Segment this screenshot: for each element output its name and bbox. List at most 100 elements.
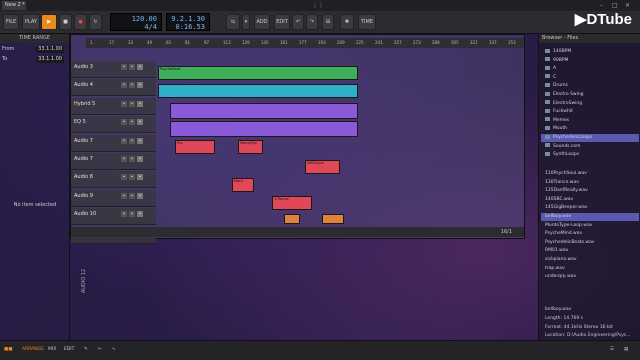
solo-button[interactable]: • <box>129 192 135 199</box>
browser-folder[interactable]: 140BPM <box>541 48 639 56</box>
mute-button[interactable]: • <box>121 137 127 144</box>
solo-button[interactable]: • <box>129 82 135 89</box>
project-tab[interactable]: New 2 * <box>2 1 26 10</box>
clip[interactable] <box>170 103 358 119</box>
edit-button[interactable]: EDIT <box>274 14 290 30</box>
arm-button[interactable]: • <box>137 156 143 162</box>
loop-button[interactable]: ↻ <box>89 14 102 30</box>
zoom-level[interactable]: 16/1 <box>501 229 512 235</box>
mute-button[interactable]: • <box>121 192 127 199</box>
solo-button[interactable]: • <box>129 137 135 144</box>
browser-folder[interactable]: Mouth <box>541 125 639 133</box>
record-button[interactable]: ● <box>74 14 87 30</box>
play-menu-button[interactable]: PLAY <box>22 14 40 30</box>
solo-button[interactable]: • <box>129 156 135 162</box>
clip[interactable] <box>322 214 344 224</box>
grid-button[interactable]: ⊞ <box>322 14 334 30</box>
browser-folder[interactable]: Electro Swing <box>541 91 639 99</box>
browser-file[interactable]: RM01.wav <box>541 247 639 255</box>
mute-button[interactable]: • <box>121 211 127 218</box>
tempo-display[interactable]: 120.00 4/4 <box>110 13 162 31</box>
browser-file[interactable]: MurdoType-Loop.wav <box>541 222 639 230</box>
track-header[interactable]: Audio 8 • • • <box>71 171 156 189</box>
undo-button[interactable]: ↶ <box>292 14 304 30</box>
browser-folder[interactable]: Fuckwhit <box>541 108 639 116</box>
browser-folder[interactable]: PsychedelicLoops <box>541 134 639 142</box>
track-header[interactable]: EQ 5 • • • <box>71 116 156 134</box>
close-icon[interactable]: ✕ <box>625 1 630 10</box>
add-button[interactable]: ADD <box>254 14 270 30</box>
solo-button[interactable]: • <box>129 174 135 181</box>
to-field[interactable]: 33.1.1.00 <box>36 56 64 63</box>
browser-folder[interactable]: Sounds.com <box>541 143 639 151</box>
app-menu-icon[interactable]: ⋮⋮ <box>312 1 324 10</box>
arm-button[interactable]: • <box>137 174 143 181</box>
browser-file[interactable]: 145GigBeeper.wav <box>541 204 639 212</box>
mute-button[interactable]: • <box>121 156 127 162</box>
clip[interactable] <box>284 214 300 224</box>
position-display[interactable]: 9.2.1.30 0:16.53 <box>166 13 210 31</box>
edit-tab[interactable]: EDIT <box>64 347 74 352</box>
browser-file[interactable]: sickpiano.wav <box>541 256 639 264</box>
solo-button[interactable]: • <box>129 211 135 218</box>
solo-button[interactable]: • <box>129 100 135 107</box>
arm-button[interactable]: • <box>137 192 143 199</box>
arm-button[interactable]: • <box>137 64 143 70</box>
clip[interactable]: SiBTrance <box>305 160 340 174</box>
browser-file[interactable]: 140SBC.wav <box>541 196 639 204</box>
track-header[interactable]: Audio 7 • • • <box>71 134 156 152</box>
clip[interactable] <box>158 84 358 98</box>
arrange-tab[interactable]: ARRANGE <box>22 347 44 352</box>
horizontal-scrollbar[interactable]: 16/1 <box>71 227 524 237</box>
track-header[interactable]: Audio 3 • • • <box>71 61 156 78</box>
browser-folder[interactable]: A <box>541 65 639 73</box>
track-header[interactable]: Audio 9 • • • <box>71 189 156 207</box>
browser-folder[interactable]: 90BPM <box>541 57 639 65</box>
metronome-button[interactable]: ▾ <box>242 14 250 30</box>
mute-button[interactable]: • <box>121 64 127 70</box>
maximize-icon[interactable]: □ <box>612 1 618 10</box>
time-button[interactable]: TIME <box>358 14 376 30</box>
wave-icon[interactable]: ∿ <box>112 347 116 352</box>
solo-button[interactable]: • <box>129 64 135 70</box>
knife-icon[interactable]: ✂ <box>98 347 102 352</box>
browser-file[interactable]: PsychedelicBeats.wav <box>541 239 639 247</box>
browser-folder[interactable]: ElectroSwing <box>541 100 639 108</box>
mute-button[interactable]: • <box>121 82 127 89</box>
mix-tab[interactable]: MIX <box>48 347 56 352</box>
browser-folder[interactable]: Memes <box>541 117 639 125</box>
timeline-ruler[interactable]: 1 17 33 49 65 81 97 113 129 145 161 177 193 209 225 241… <box>86 38 524 48</box>
arm-button[interactable]: • <box>137 211 143 218</box>
arm-button[interactable]: • <box>137 137 143 144</box>
arm-button[interactable]: • <box>137 119 143 126</box>
file-button[interactable]: FILE <box>3 14 19 30</box>
arm-button[interactable]: • <box>137 82 143 89</box>
browser-file[interactable]: 130Trance.wav <box>541 179 639 187</box>
clip[interactable] <box>170 121 358 137</box>
track-header[interactable]: Hybrid 5 • • • <box>71 97 156 115</box>
redo-button[interactable]: ↷ <box>306 14 318 30</box>
clip[interactable]: MordyTyp <box>238 140 263 154</box>
browser-folder[interactable]: SynthLoops <box>541 151 639 159</box>
clip[interactable]: Mord <box>232 178 254 192</box>
clip[interactable]: 1-Trance <box>272 196 312 210</box>
clip[interactable]: Psy <box>175 140 215 154</box>
browser-file[interactable]: underqrp.wav <box>541 273 639 281</box>
mute-button[interactable]: • <box>121 100 127 107</box>
stop-button[interactable]: ■ <box>59 14 72 30</box>
minimize-icon[interactable]: – <box>600 1 603 10</box>
browser-folder[interactable]: Drums <box>541 82 639 90</box>
browser-folder[interactable]: C <box>541 74 639 82</box>
list-icon[interactable]: ☰ <box>610 347 614 352</box>
browser-file[interactable]: 110PsychSoul.wav <box>541 170 639 178</box>
settings-button[interactable]: ✱ <box>340 14 354 30</box>
punch-button[interactable]: ⇆ <box>226 14 240 30</box>
arm-button[interactable]: • <box>137 100 143 107</box>
track-header[interactable]: Audio 7 • • • <box>71 153 156 170</box>
browser-file[interactable]: PsycheMind.wav <box>541 230 639 238</box>
track-header[interactable]: Audio 4 • • • <box>71 79 156 97</box>
track-header[interactable]: Audio 10 • • • <box>71 208 156 226</box>
play-button[interactable]: ▶ <box>41 14 57 30</box>
browser-file[interactable]: trap.wav <box>541 265 639 273</box>
solo-button[interactable]: • <box>129 119 135 126</box>
